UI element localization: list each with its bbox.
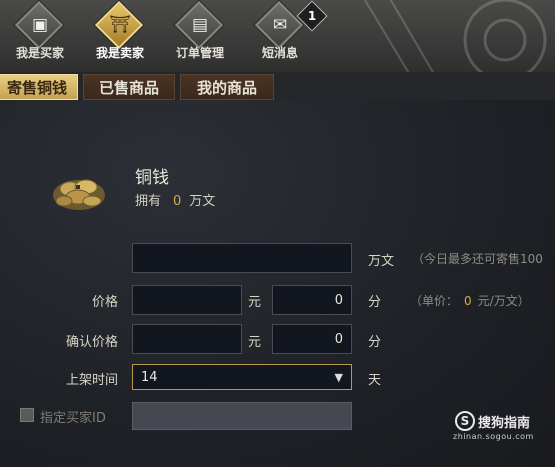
nav-orders[interactable]: ▤ 订单管理 [160,0,240,70]
owned-label: 拥有 [135,194,162,209]
nav-buyer[interactable]: ▣ 我是买家 [0,0,80,70]
price-fen-input[interactable]: 0 [272,285,352,315]
duration-label: 上架时间 [65,373,118,388]
coin-pile-icon [53,179,105,210]
price-fen-unit: 分 [368,295,382,310]
confirm-yuan-unit: 元 [248,335,262,350]
confirm-price-label: 确认价格 [65,335,118,350]
buyer-id-label: 指定买家ID [40,411,106,426]
tab-my-items[interactable]: 我的商品 [180,74,274,100]
unit-price-suffix: 元/万文） [477,294,530,308]
price-label: 价格 [91,295,118,310]
nav-messages-label: 短消息 [261,46,298,60]
floral-decoration [364,0,547,72]
owned-unit: 万文 [189,194,216,209]
unit-price-value: 0 [464,294,472,308]
unit-price-prefix: （单价： [410,294,459,308]
price-yuan-input[interactable] [132,285,242,315]
item-name: 铜钱 [135,168,169,188]
duration-unit: 天 [368,373,382,388]
tab-bar: 寄售铜钱 已售商品 我的商品 [0,72,555,100]
confirm-yuan-input[interactable] [132,324,242,354]
unit-price-hint: （单价： 0 元/万文） [410,292,530,309]
watermark-title: 搜狗指南 [478,416,531,431]
tab-sold-items[interactable]: 已售商品 [83,74,175,100]
buyer-icon: ▣ [31,15,49,35]
tab-consign-coins[interactable]: 寄售铜钱 [0,74,78,100]
nav-buyer-label: 我是买家 [15,46,64,60]
confirm-fen-unit: 分 [368,335,382,350]
duration-select[interactable]: 14 ▼ [132,364,352,390]
book-icon: ▤ [191,15,209,35]
seller-icon: ⛩ [109,15,131,35]
buyer-id-input[interactable] [132,402,352,430]
amount-hint: （今日最多还可寄售100 [412,252,543,266]
watermark-url: zhinan.sogou.com [453,432,534,441]
owned-amount: 拥有 0 万文 [135,190,215,209]
sogou-logo-icon: S [455,411,475,431]
chevron-down-icon: ▼ [334,370,343,384]
nav-seller[interactable]: ⛩ 我是卖家 [80,0,160,70]
amount-unit: 万文 [368,254,395,269]
duration-value: 14 [141,369,158,385]
price-yuan-unit: 元 [248,295,262,310]
confirm-fen-input[interactable]: 0 [272,324,352,354]
amount-input[interactable] [132,243,352,273]
owned-value: 0 [173,194,182,209]
nav-seller-label: 我是卖家 [95,46,144,60]
nav-orders-label: 订单管理 [175,46,224,60]
top-navigation-bar: ▣ 我是买家 ⛩ 我是卖家 ▤ 订单管理 ✉ 短消息 1 [0,0,555,72]
buyer-id-checkbox[interactable] [20,408,34,422]
message-badge-count: 1 [307,9,317,23]
